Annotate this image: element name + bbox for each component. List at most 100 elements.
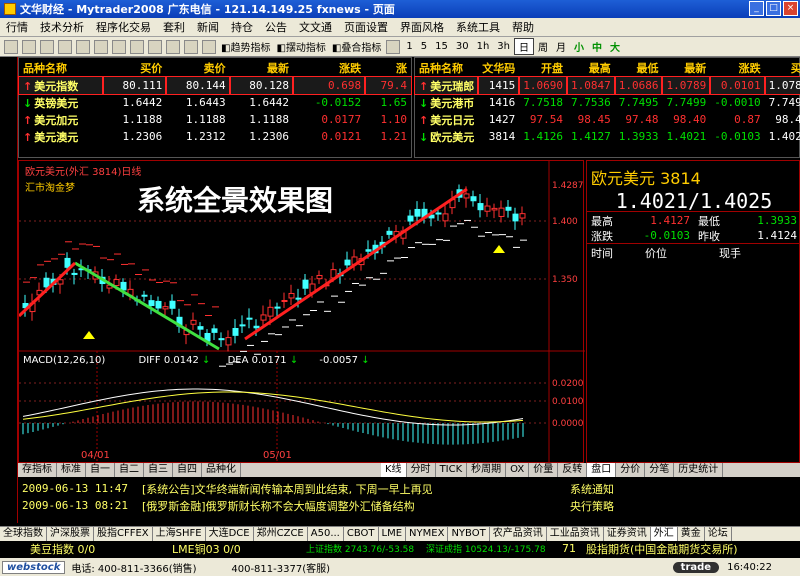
market-tab[interactable]: NYBOT — [448, 527, 490, 541]
period-15min[interactable]: 15 — [431, 41, 452, 52]
market-tab[interactable]: 全球指数 — [0, 527, 47, 541]
oscillator-indicator-button[interactable]: ◧摆动指标 — [273, 39, 328, 54]
market-tab[interactable]: CBOT — [344, 527, 379, 541]
candle-body — [302, 279, 309, 289]
line-chart-icon[interactable] — [386, 39, 401, 54]
toolbar-icon[interactable] — [184, 39, 198, 54]
tab-reverse[interactable]: 反转 — [558, 463, 588, 477]
menu-item[interactable]: 套利 — [157, 19, 191, 35]
table-row[interactable]: ↓ 英镑美元 1.6442 1.6443 1.6442 -0.0152 1.65 — [19, 94, 411, 111]
col-header: 涨跌 — [738, 61, 761, 75]
toolbar-icon[interactable] — [22, 39, 36, 54]
tab-custom-4[interactable]: 自四 — [173, 463, 202, 477]
menu-item[interactable]: 文文通 — [293, 19, 338, 35]
table-row[interactable]: ↓ 欧元美元 3814 1.4126 1.4127 1.3933 1.4021 -… — [415, 128, 800, 145]
tab-history[interactable]: 历史统计 — [674, 463, 724, 477]
size-large[interactable]: 大 — [606, 39, 624, 54]
size-small[interactable]: 小 — [570, 39, 588, 54]
tab-price-volume[interactable]: 价量 — [529, 463, 559, 477]
stop-line-segment — [338, 301, 345, 303]
toolbar-icon[interactable] — [76, 39, 90, 54]
period-day[interactable]: 日 — [513, 38, 534, 55]
tab-intraday[interactable]: 分时 — [407, 463, 436, 477]
trade-button[interactable]: trade — [672, 561, 720, 573]
tab-custom-1[interactable]: 自一 — [86, 463, 115, 477]
market-tab[interactable]: NYMEX — [406, 527, 449, 541]
tab-custom-3[interactable]: 自三 — [144, 463, 173, 477]
tab-trades[interactable]: 分笔 — [645, 463, 675, 477]
table-row[interactable]: ↑ 美元瑞郎 1415 1.0690 1.0847 1.0686 1.0789 0… — [413, 76, 800, 95]
stop-line-segment — [415, 242, 422, 244]
market-tab[interactable]: 股指CFFEX — [94, 527, 153, 541]
tab-kline[interactable]: K线 — [381, 463, 407, 477]
table-row[interactable]: ↑ 美元加元 1.1188 1.1188 1.1188 0.0177 1.10 — [19, 111, 411, 128]
menu-item[interactable]: 行情 — [0, 19, 34, 35]
market-tab[interactable]: 上海SHFE — [153, 527, 206, 541]
toolbar-icon[interactable] — [112, 39, 126, 54]
table-row[interactable]: ↓ 美元港币 1416 7.7518 7.7536 7.7495 7.7499 -… — [415, 94, 800, 111]
toolbar-icon[interactable] — [202, 39, 216, 54]
stop-line-segment — [184, 304, 191, 306]
market-tab[interactable]: LME — [379, 527, 407, 541]
overlay-indicator-button[interactable]: ◧叠合指标 — [329, 39, 384, 54]
tab-instrument[interactable]: 品种化 — [202, 463, 241, 477]
market-tab[interactable]: 黄金 — [678, 527, 705, 541]
toolbar-icon[interactable] — [40, 39, 54, 54]
period-1h[interactable]: 1h — [473, 41, 494, 52]
menu-item[interactable]: 程序化交易 — [90, 19, 157, 35]
table-row[interactable]: ↑ 美元澳元 1.2306 1.2312 1.2306 0.0121 1.21 — [19, 128, 411, 145]
close-icon[interactable]: × — [783, 1, 798, 16]
toolbar-icon[interactable] — [4, 39, 18, 54]
candlestick-chart[interactable]: 1.4287 1.400 1.350 0.0200 0.0100 0.0000 … — [18, 160, 585, 464]
toolbar-icon[interactable] — [148, 39, 162, 54]
toolbar-icon[interactable] — [94, 39, 108, 54]
tab-second-period[interactable]: 秒周期 — [467, 463, 507, 477]
col-header: 品种名称 — [23, 61, 67, 75]
stop-line-segment — [492, 234, 499, 236]
tab-custom-2[interactable]: 自二 — [115, 463, 144, 477]
tab-save-indicator[interactable]: 存指标 — [18, 463, 57, 477]
menu-item[interactable]: 帮助 — [506, 19, 540, 35]
market-tab[interactable]: 证券资讯 — [604, 527, 651, 541]
market-tab[interactable]: 工业品资讯 — [547, 527, 604, 541]
period-30min[interactable]: 30 — [452, 41, 473, 52]
tab-price-distribution[interactable]: 分价 — [616, 463, 646, 477]
market-tab[interactable]: 沪深股票 — [47, 527, 94, 541]
market-tab[interactable]: 大连DCE — [206, 527, 254, 541]
tab-order-book[interactable]: 盘口 — [587, 463, 617, 477]
market-tab[interactable]: 农产品资讯 — [490, 527, 547, 541]
period-1min[interactable]: 1 — [402, 41, 416, 52]
market-tab[interactable]: A50... — [308, 527, 344, 541]
trend-indicator-button[interactable]: ◧趋势指标 — [218, 39, 273, 54]
menu-item[interactable]: 页面设置 — [338, 19, 394, 35]
size-medium[interactable]: 中 — [588, 39, 606, 54]
period-month[interactable]: 月 — [552, 39, 570, 54]
list-item[interactable]: 2009-06-13 08:21 [俄罗斯金融]俄罗斯财长称不会大幅度调整外汇储… — [18, 497, 800, 514]
market-tab[interactable]: 论坛 — [705, 527, 732, 541]
tab-tick[interactable]: TICK — [436, 463, 468, 477]
menu-item[interactable]: 界面风格 — [394, 19, 450, 35]
minimize-icon[interactable]: _ — [749, 1, 764, 16]
tab-standard[interactable]: 标准 — [57, 463, 86, 477]
market-tab-forex[interactable]: 外汇 — [650, 527, 678, 541]
period-3h[interactable]: 3h — [493, 41, 514, 52]
candle-body — [442, 213, 449, 222]
period-5min[interactable]: 5 — [417, 41, 431, 52]
maximize-icon[interactable]: □ — [766, 1, 781, 16]
menu-item[interactable]: 公告 — [259, 19, 293, 35]
table-row[interactable]: ↑ 美元指数 80.111 80.144 80.128 0.698 79.4 — [18, 76, 412, 95]
menu-item[interactable]: 技术分析 — [34, 19, 90, 35]
list-item[interactable]: 2009-06-13 11:47 [系统公告]文华终端新闻传输本周到此结束, 下… — [18, 480, 800, 497]
toolbar-icon[interactable] — [166, 39, 180, 54]
period-week[interactable]: 周 — [534, 39, 552, 54]
tab-ox[interactable]: OX — [506, 463, 530, 477]
market-tab[interactable]: 郑州CZCE — [254, 527, 308, 541]
toolbar-icon[interactable] — [130, 39, 144, 54]
menu-item[interactable]: 持仓 — [225, 19, 259, 35]
menu-item[interactable]: 系统工具 — [450, 19, 506, 35]
menu-item[interactable]: 新闻 — [191, 19, 225, 35]
table-row[interactable]: ↑ 美元日元 1427 97.54 98.45 97.48 98.40 0.87 … — [415, 111, 800, 128]
chart-header: 欧元美元(外汇 3814)日线 — [25, 167, 142, 178]
stop-line-segment — [261, 340, 268, 342]
toolbar-icon[interactable] — [58, 39, 72, 54]
